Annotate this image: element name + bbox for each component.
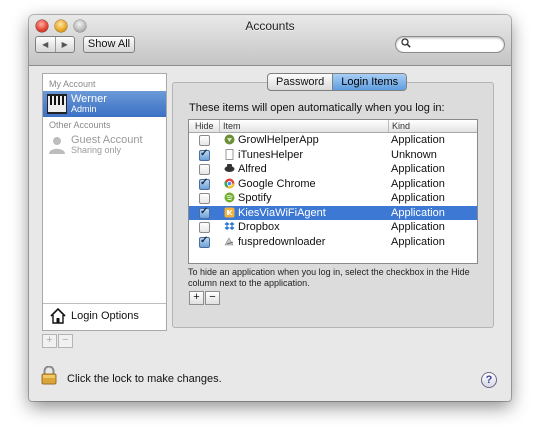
item-kind: Application xyxy=(391,206,445,219)
table-header: Hide Item Kind xyxy=(189,120,477,133)
dropbox-icon xyxy=(224,221,235,232)
item-name: Dropbox xyxy=(238,221,280,233)
login-items-buttons: + − xyxy=(189,291,221,305)
table-row[interactable]: Dropbox Application xyxy=(189,220,477,234)
item-kind: Application xyxy=(391,177,445,190)
table-row[interactable]: fuspredownloader Application xyxy=(189,235,477,249)
chrome-icon xyxy=(224,178,235,189)
tab-login-items[interactable]: Login Items xyxy=(332,74,407,90)
tab-password[interactable]: Password xyxy=(268,74,332,90)
user-role: Sharing only xyxy=(71,145,122,155)
sidebar-buttons: + − xyxy=(42,334,74,348)
back-forward-control: ◀ ▶ xyxy=(35,36,75,53)
house-icon xyxy=(49,307,67,325)
accounts-window: Accounts ◀ ▶ Show All My Account Werner xyxy=(29,15,511,401)
sidebar-user-werner[interactable]: Werner Admin xyxy=(43,91,166,117)
table-row[interactable]: Spotify Application xyxy=(189,191,477,205)
item-kind: Application xyxy=(391,221,445,233)
item-name: KiesViaWiFiAgent xyxy=(238,206,326,219)
hide-checkbox[interactable] xyxy=(199,235,210,248)
user-role: Admin xyxy=(71,104,97,114)
other-accounts-heading: Other Accounts xyxy=(49,120,111,130)
remove-login-item-button[interactable]: − xyxy=(205,291,220,305)
table-row[interactable]: KiesViaWiFiAgent Application xyxy=(189,205,477,220)
item-name: GrowlHelperApp xyxy=(238,134,319,146)
login-items-intro: These items will open automatically when… xyxy=(189,102,445,114)
hide-checkbox[interactable] xyxy=(199,193,210,204)
table-row[interactable]: iTunesHelper Unknown xyxy=(189,148,477,162)
app-icon xyxy=(224,236,235,247)
table-row[interactable]: Alfred Application xyxy=(189,162,477,176)
hide-hint-text: To hide an application when you log in, … xyxy=(188,267,470,288)
item-kind: Application xyxy=(391,163,445,175)
item-name: Google Chrome xyxy=(238,177,316,190)
item-kind: Application xyxy=(391,134,445,146)
item-kind: Application xyxy=(391,192,445,204)
growl-icon xyxy=(224,134,235,145)
remove-account-button[interactable]: − xyxy=(58,334,73,348)
login-options-item[interactable]: Login Options xyxy=(43,304,166,330)
alfred-icon xyxy=(224,163,235,174)
table-row[interactable]: GrowlHelperApp Application xyxy=(189,133,477,147)
search-field[interactable] xyxy=(395,36,505,53)
sidebar-user-guest[interactable]: Guest Account Sharing only xyxy=(43,132,166,158)
item-name: Alfred xyxy=(238,163,267,175)
kies-icon xyxy=(224,207,235,218)
titlebar: Accounts ◀ ▶ Show All xyxy=(29,15,511,66)
column-hide[interactable]: Hide xyxy=(195,121,214,131)
column-kind[interactable]: Kind xyxy=(392,121,410,131)
hide-checkbox[interactable] xyxy=(199,206,210,219)
help-button[interactable]: ? xyxy=(481,372,497,388)
login-options-label: Login Options xyxy=(71,310,139,322)
hide-checkbox[interactable] xyxy=(199,222,210,233)
column-item[interactable]: Item xyxy=(223,121,241,131)
add-login-item-button[interactable]: + xyxy=(189,291,204,305)
spotify-icon xyxy=(224,192,235,203)
accounts-sidebar: My Account Werner Admin Other Accounts G… xyxy=(42,73,167,331)
table-row[interactable]: Google Chrome Application xyxy=(189,177,477,191)
tab-bar: Password Login Items xyxy=(267,73,408,91)
item-name: Spotify xyxy=(238,192,272,204)
forward-arrow-icon[interactable]: ▶ xyxy=(54,37,75,52)
item-name: fuspredownloader xyxy=(238,235,326,248)
piano-avatar-icon xyxy=(47,94,67,114)
lock-icon[interactable] xyxy=(41,365,57,385)
item-kind: Application xyxy=(391,235,445,248)
item-name: iTunesHelper xyxy=(238,148,304,161)
search-icon xyxy=(401,38,411,51)
document-icon xyxy=(224,148,235,160)
hide-checkbox[interactable] xyxy=(199,177,210,190)
window-title: Accounts xyxy=(245,19,295,33)
hide-checkbox[interactable] xyxy=(199,135,210,146)
show-all-button[interactable]: Show All xyxy=(83,36,135,53)
add-account-button[interactable]: + xyxy=(42,334,57,348)
item-kind: Unknown xyxy=(391,148,437,161)
back-arrow-icon[interactable]: ◀ xyxy=(36,37,55,52)
my-account-heading: My Account xyxy=(49,79,96,89)
login-items-table: Hide Item Kind GrowlHelperApp Application… xyxy=(188,119,478,264)
guest-avatar-icon xyxy=(47,135,67,155)
hide-checkbox[interactable] xyxy=(199,164,210,175)
lock-message: Click the lock to make changes. xyxy=(67,373,222,385)
hide-checkbox[interactable] xyxy=(199,148,210,161)
